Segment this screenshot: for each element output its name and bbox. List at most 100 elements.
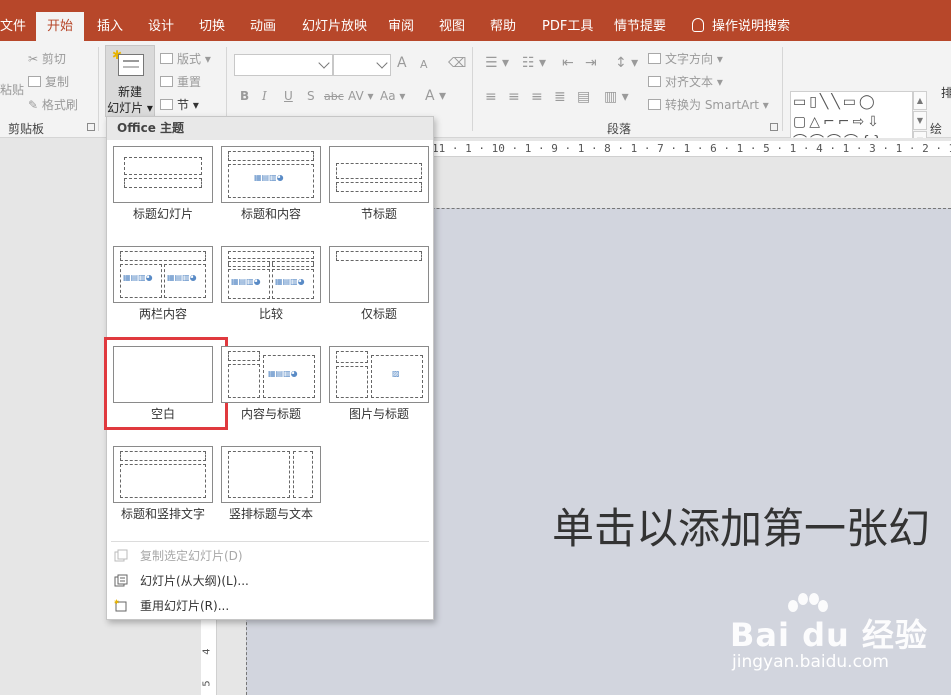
- text-direction-button[interactable]: 文字方向 ▾: [648, 50, 723, 67]
- new-slide-button[interactable]: ✱ 新建 幻灯片 ▾: [105, 45, 155, 117]
- layout-label: 仅标题: [360, 307, 397, 321]
- layout-label: 比较: [258, 307, 283, 321]
- tab-home[interactable]: 开始: [36, 12, 85, 41]
- align-center-button[interactable]: ≡: [508, 89, 520, 105]
- change-case-button[interactable]: Aa ▾: [380, 89, 405, 103]
- layout-title-vertical-text[interactable]: 标题和竖排文字: [113, 446, 221, 532]
- strikethrough-button[interactable]: abc: [324, 90, 344, 103]
- ruler-mark: 4: [201, 648, 213, 655]
- tab-storyboard[interactable]: 情节提要: [614, 12, 666, 41]
- copy-button[interactable]: 复制: [28, 73, 69, 90]
- font-size-combo[interactable]: [333, 54, 391, 76]
- align-text-icon: [648, 76, 661, 87]
- tab-animations[interactable]: 动画: [250, 12, 276, 41]
- layout-title-content[interactable]: ▦▤▥◕ 标题和内容: [221, 146, 329, 232]
- align-text-button[interactable]: 对齐文本 ▾: [648, 73, 723, 90]
- clear-format-button[interactable]: ⌫: [448, 56, 466, 71]
- text-direction-icon: [648, 53, 661, 64]
- layout-thumbnail: ▦▤▥◕ ▦▤▥◕: [221, 246, 321, 303]
- layout-thumbnail: [329, 246, 429, 303]
- copy-icon: [28, 76, 41, 87]
- underline-button[interactable]: U: [284, 89, 293, 103]
- brush-icon: ✎: [28, 98, 42, 112]
- paste-button[interactable]: 粘贴: [0, 81, 24, 98]
- reuse-slides-item[interactable]: ✱ 重用幻灯片(R)...: [107, 594, 433, 618]
- layout-two-content[interactable]: ▦▤▥◕ ▦▤▥◕ 两栏内容: [113, 246, 221, 332]
- layout-title-only[interactable]: 仅标题: [329, 246, 437, 332]
- layout-thumbnail: ▦▤▥◕: [221, 146, 321, 203]
- tab-design[interactable]: 设计: [148, 12, 174, 41]
- tab-review[interactable]: 审阅: [388, 12, 414, 41]
- layout-comparison[interactable]: ▦▤▥◕ ▦▤▥◕ 比较: [221, 246, 329, 332]
- ruler-mark: 5: [201, 680, 213, 687]
- scissors-icon: ✂: [28, 52, 42, 66]
- line-spacing-button[interactable]: ↕ ▾: [615, 55, 638, 71]
- group-divider: [782, 47, 783, 131]
- layout-thumbnail: [221, 446, 321, 503]
- reset-button[interactable]: 重置: [160, 73, 201, 90]
- cut-button[interactable]: ✂ 剪切: [28, 50, 66, 67]
- layout-thumbnail: [329, 146, 429, 203]
- paragraph-launcher-icon[interactable]: [770, 123, 778, 131]
- bold-button[interactable]: B: [240, 89, 249, 103]
- tab-transitions[interactable]: 切换: [199, 12, 225, 41]
- tab-pdf-tools[interactable]: PDF工具: [542, 12, 593, 41]
- scroll-up-icon[interactable]: ▲: [913, 91, 927, 110]
- chevron-down-icon: [376, 57, 388, 69]
- tab-slideshow[interactable]: 幻灯片放映: [302, 12, 367, 41]
- baidu-watermark: Bai du 经验 jingyan.baidu.com: [730, 593, 940, 680]
- vertical-ruler: 4 5: [201, 620, 217, 695]
- font-name-combo[interactable]: [234, 54, 333, 76]
- arrange-button[interactable]: 排: [941, 84, 951, 101]
- clipboard-group-label: 剪贴板: [8, 122, 45, 136]
- convert-smartart-button[interactable]: 转换为 SmartArt ▾: [648, 96, 769, 113]
- new-slide-label-2: 幻灯片 ▾: [107, 101, 153, 115]
- watermark-brand: Bai du 经验: [730, 616, 928, 654]
- slides-from-outline-item[interactable]: 幻灯片(从大纲)(L)...: [107, 569, 433, 593]
- align-left-button[interactable]: ≡: [485, 89, 497, 105]
- duplicate-icon: [114, 549, 128, 562]
- layout-section-header[interactable]: 节标题: [329, 146, 437, 232]
- content-icons: ▦▤▥◕: [275, 277, 305, 286]
- smartart-icon: [648, 99, 661, 110]
- section-icon: [160, 99, 173, 110]
- group-divider: [98, 47, 99, 131]
- watermark-url: jingyan.baidu.com: [732, 652, 889, 672]
- section-button[interactable]: 节 ▾: [160, 96, 199, 113]
- align-right-button[interactable]: ≡: [531, 89, 543, 105]
- distribute-button[interactable]: ▤: [577, 89, 590, 105]
- tell-me-search[interactable]: 操作说明搜索: [692, 12, 790, 41]
- decrease-indent-button[interactable]: ⇤: [562, 55, 574, 71]
- new-slide-layout-menu: Office 主题 标题幻灯片 ▦▤▥◕ 标题和内容 节标题 ▦▤▥◕ ▦▤▥◕: [104, 116, 437, 620]
- title-placeholder[interactable]: 单击以添加第一张幻: [552, 495, 930, 556]
- text-shadow-button[interactable]: S: [307, 89, 315, 103]
- columns-button[interactable]: ▥ ▾: [604, 89, 629, 105]
- font-color-button[interactable]: A ▾: [425, 88, 446, 104]
- layout-button[interactable]: 版式 ▾: [160, 50, 211, 67]
- numbering-button[interactable]: ☷ ▾: [522, 55, 546, 71]
- italic-button[interactable]: I: [262, 89, 267, 103]
- shrink-font-button[interactable]: A: [420, 58, 428, 71]
- tab-file[interactable]: 文件: [0, 12, 26, 41]
- tab-insert[interactable]: 插入: [97, 12, 123, 41]
- justify-button[interactable]: ≣: [554, 89, 566, 105]
- chevron-down-icon: [318, 57, 330, 69]
- tab-view[interactable]: 视图: [439, 12, 465, 41]
- duplicate-slides-item[interactable]: 复制选定幻灯片(D): [107, 544, 433, 568]
- layout-label: 标题和内容: [240, 207, 301, 221]
- layout-title-slide[interactable]: 标题幻灯片: [113, 146, 221, 232]
- clipboard-launcher-icon[interactable]: [87, 123, 95, 131]
- content-icons: ▦▤▥◕: [167, 273, 197, 282]
- char-spacing-button[interactable]: AV ▾: [348, 89, 374, 103]
- bullets-button[interactable]: ☰ ▾: [485, 55, 509, 71]
- layout-vertical-title-text[interactable]: 竖排标题与文本: [221, 446, 329, 532]
- layout-content-caption[interactable]: ▦▤▥◕ 内容与标题: [221, 346, 329, 432]
- increase-indent-button[interactable]: ⇥: [585, 55, 597, 71]
- grow-font-button[interactable]: A: [397, 55, 407, 71]
- format-painter-button[interactable]: ✎ 格式刷: [28, 96, 78, 113]
- layout-picture-caption[interactable]: ▨ 图片与标题: [329, 346, 437, 432]
- tell-me-label: 操作说明搜索: [712, 19, 791, 34]
- tab-help[interactable]: 帮助: [490, 12, 516, 41]
- scroll-down-icon[interactable]: ▼: [913, 111, 927, 130]
- layout-blank[interactable]: 空白: [104, 337, 228, 432]
